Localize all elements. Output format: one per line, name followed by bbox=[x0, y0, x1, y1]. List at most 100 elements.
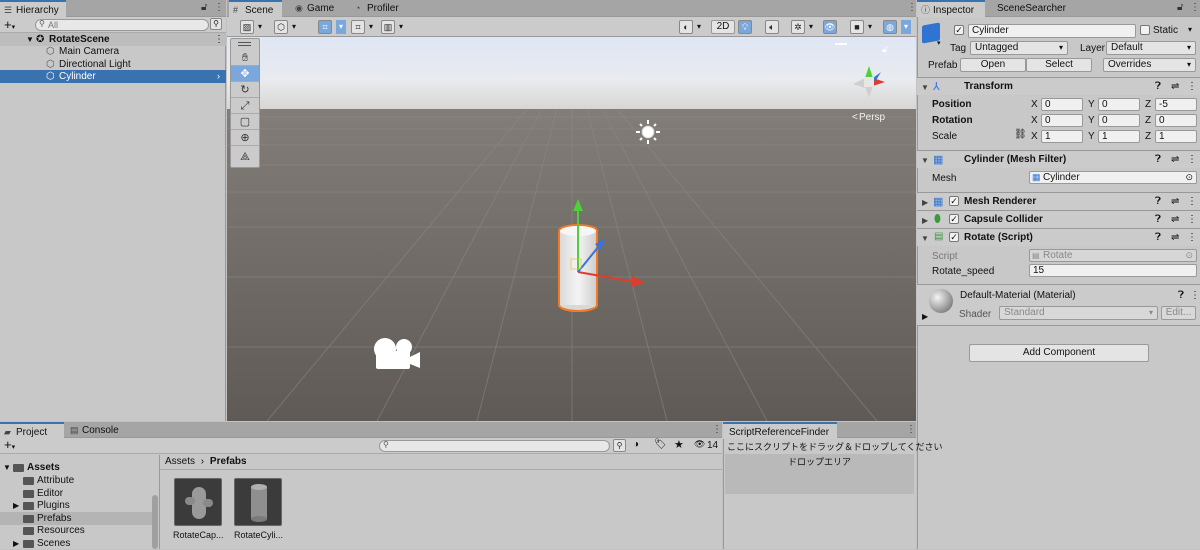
audio-bars-dropdown-icon[interactable]: ▾ bbox=[399, 22, 403, 31]
rotate-speed-field[interactable]: 15 bbox=[1029, 264, 1197, 277]
help-icon[interactable]: ❓︎ bbox=[1155, 232, 1161, 243]
component-menu-icon[interactable]: ⋮ bbox=[1187, 154, 1197, 165]
search-filter-icon[interactable]: ⚲ bbox=[210, 18, 222, 30]
render-mode-dropdown-icon[interactable]: ▾ bbox=[697, 22, 701, 31]
filter-by-type-icon[interactable]: ◑ bbox=[633, 439, 639, 450]
rotate-script-enabled-checkbox[interactable]: ✓ bbox=[949, 232, 959, 242]
tree-item[interactable]: Attribute bbox=[0, 474, 152, 487]
tab-hierarchy[interactable]: ☰ Hierarchy bbox=[0, 0, 66, 17]
mesh-object-field[interactable]: ▦ Cylinder ⊙ bbox=[1029, 171, 1197, 184]
tree-scrollbar[interactable] bbox=[152, 495, 158, 549]
2d-toggle-button[interactable]: 2D bbox=[711, 20, 735, 34]
rotation-z-field[interactable]: 0 bbox=[1155, 114, 1197, 127]
hand-tool-icon[interactable]: ✋︎ bbox=[231, 50, 259, 66]
position-x-field[interactable]: 0 bbox=[1041, 98, 1083, 111]
camera-settings-icon[interactable]: ■ bbox=[850, 20, 864, 34]
grid-snap-icon[interactable]: ⌗ bbox=[318, 20, 332, 34]
favorites-star-icon[interactable]: ★ bbox=[674, 438, 684, 451]
preset-icon[interactable]: ⇌ bbox=[1171, 154, 1179, 165]
scene-viewport[interactable]: Persp < 🔓︎ bbox=[227, 37, 916, 421]
lock-icon[interactable]: 🔓︎ bbox=[1177, 3, 1183, 13]
tab-script-finder[interactable]: ScriptReferenceFinder bbox=[723, 422, 837, 439]
prefab-select-button[interactable]: Select bbox=[1026, 58, 1092, 72]
draw-mode-dropdown-icon[interactable]: ▾ bbox=[258, 22, 262, 31]
more-menu-icon[interactable]: ⋮ bbox=[712, 425, 722, 435]
more-menu-icon[interactable]: ⋮ bbox=[214, 3, 224, 13]
icon-dropdown-icon[interactable]: ▾ bbox=[937, 39, 941, 47]
audio-bars-icon[interactable]: ▥ bbox=[381, 20, 395, 34]
hierarchy-search-field[interactable]: ⚲ All bbox=[35, 19, 209, 31]
capsule-collider-header[interactable]: ▶ ⬮ ✓ Capsule Collider ❓︎ ⇌ ⋮ bbox=[917, 210, 1200, 228]
project-search-field[interactable]: ⚲ bbox=[379, 440, 610, 452]
material-expand-arrow-icon[interactable]: ▶ bbox=[922, 312, 928, 321]
create-asset-button[interactable]: +▾ bbox=[4, 437, 15, 455]
add-component-button[interactable]: Add Component bbox=[969, 344, 1149, 362]
tag-dropdown[interactable]: Untagged ▾ bbox=[970, 41, 1068, 55]
rotation-x-field[interactable]: 0 bbox=[1041, 114, 1083, 127]
transform-header[interactable]: ▼ ⅄ Transform ❓︎ ⇌ ⋮ bbox=[917, 77, 1200, 95]
drop-area[interactable]: ドロップエリア bbox=[725, 454, 914, 494]
hierarchy-item-selected[interactable]: ⬡ Cylinder › bbox=[0, 70, 226, 83]
gizmos-dropdown-icon[interactable]: ▾ bbox=[901, 20, 911, 34]
preset-icon[interactable]: ⇌ bbox=[1171, 81, 1179, 92]
tab-scene[interactable]: # Scene bbox=[229, 0, 282, 17]
tree-item[interactable]: Resources bbox=[0, 524, 152, 537]
object-picker-icon[interactable]: ⊙ bbox=[1185, 172, 1193, 183]
filter-by-label-icon[interactable]: 🏷︎ bbox=[654, 439, 667, 450]
mesh-renderer-enabled-checkbox[interactable]: ✓ bbox=[949, 196, 959, 206]
tab-scenesearcher[interactable]: SceneSearcher bbox=[985, 0, 1075, 17]
scale-y-field[interactable]: 1 bbox=[1098, 130, 1140, 143]
preset-icon[interactable]: ⇌ bbox=[1171, 232, 1179, 243]
transform-tool-icon[interactable]: ⊕ bbox=[231, 130, 259, 146]
component-menu-icon[interactable]: ⋮ bbox=[1190, 290, 1200, 301]
render-mode-icon[interactable]: ◐ bbox=[679, 20, 693, 34]
constrain-link-icon[interactable]: ⛓︎ bbox=[1014, 129, 1027, 140]
prefab-open-button[interactable]: Open bbox=[960, 58, 1026, 72]
custom-tool-icon[interactable]: ⟁ bbox=[231, 149, 259, 165]
chevron-right-icon[interactable]: › bbox=[217, 70, 220, 83]
layer-dropdown[interactable]: Default ▾ bbox=[1106, 41, 1196, 55]
visibility-eye-icon[interactable]: 👁︎ bbox=[823, 20, 837, 34]
component-menu-icon[interactable]: ⋮ bbox=[1187, 214, 1197, 225]
prefab-overrides-dropdown[interactable]: Overrides ▾ bbox=[1103, 58, 1196, 72]
move-tool-icon[interactable]: ✥ bbox=[231, 66, 259, 82]
tab-profiler[interactable]: ◔ Profiler bbox=[351, 0, 423, 17]
rect-tool-icon[interactable]: ▢ bbox=[231, 114, 259, 130]
preset-icon[interactable]: ⇌ bbox=[1171, 196, 1179, 207]
more-menu-icon[interactable]: ⋮ bbox=[1190, 3, 1200, 13]
mesh-filter-header[interactable]: ▼ ▦ Cylinder (Mesh Filter) ❓︎ ⇌ ⋮ bbox=[917, 150, 1200, 168]
breadcrumb-root[interactable]: Assets bbox=[165, 456, 195, 467]
rotate-script-header[interactable]: ▼ ▤ ✓ Rotate (Script) ❓︎ ⇌ ⋮ bbox=[917, 228, 1200, 246]
scale-x-field[interactable]: 1 bbox=[1041, 130, 1083, 143]
scale-tool-icon[interactable]: ⤢ bbox=[231, 98, 259, 114]
tab-game[interactable]: ◉ Game bbox=[291, 0, 351, 17]
more-menu-icon[interactable]: ⋮ bbox=[906, 425, 916, 435]
breadcrumb-current[interactable]: Prefabs bbox=[210, 456, 247, 467]
effects-dropdown-icon[interactable]: ▾ bbox=[809, 22, 813, 31]
help-icon[interactable]: ❓︎ bbox=[1155, 196, 1161, 207]
position-y-field[interactable]: 0 bbox=[1098, 98, 1140, 111]
search-by-type-icon[interactable]: ⚲ bbox=[613, 439, 626, 452]
effects-toggle-icon[interactable]: ✲ bbox=[791, 20, 805, 34]
increment-snap-dropdown-icon[interactable]: ▾ bbox=[369, 22, 373, 31]
tab-inspector[interactable]: ⓘ Inspector bbox=[917, 0, 985, 17]
grid-snap-dropdown-icon[interactable]: ▾ bbox=[336, 20, 346, 34]
rotate-tool-icon[interactable]: ↻ bbox=[231, 82, 259, 98]
static-checkbox[interactable] bbox=[1140, 25, 1150, 35]
gizmo-lock-icon[interactable]: 🔓︎ bbox=[882, 45, 888, 55]
mesh-renderer-header[interactable]: ▶ ▦ ✓ Mesh Renderer ❓︎ ⇌ ⋮ bbox=[917, 192, 1200, 210]
lighting-toggle-icon[interactable]: 💡︎ bbox=[738, 20, 752, 34]
help-icon[interactable]: ❓︎ bbox=[1155, 81, 1161, 92]
component-menu-icon[interactable]: ⋮ bbox=[1187, 81, 1197, 92]
component-menu-icon[interactable]: ⋮ bbox=[1187, 232, 1197, 243]
tree-item[interactable]: ▶ Plugins bbox=[0, 499, 152, 512]
rotation-y-field[interactable]: 0 bbox=[1098, 114, 1140, 127]
lock-icon[interactable]: 🔓︎ bbox=[201, 3, 207, 13]
increment-snap-icon[interactable]: ⌗ bbox=[351, 20, 365, 34]
camera-dropdown-icon[interactable]: ▾ bbox=[868, 22, 872, 31]
gizmo-drag-handle[interactable] bbox=[835, 43, 847, 45]
shading-cube-icon[interactable]: ⬡ bbox=[274, 20, 288, 34]
audio-toggle-icon[interactable]: 🔈︎ bbox=[765, 20, 779, 34]
capsule-collider-enabled-checkbox[interactable]: ✓ bbox=[949, 214, 959, 224]
asset-thumbnail[interactable] bbox=[174, 478, 222, 526]
